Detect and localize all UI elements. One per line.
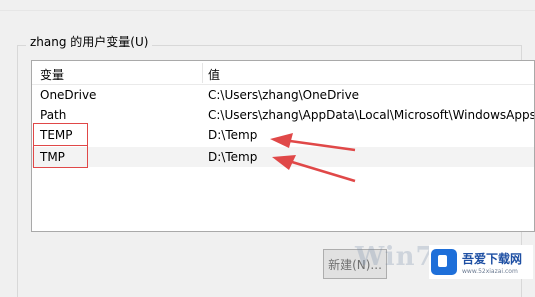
variable-value: C:\Users\zhang\OneDrive	[208, 88, 360, 102]
user-variables-list[interactable]: 变量 值 OneDrive C:\Users\zhang\OneDrive Pa…	[31, 60, 535, 232]
list-row-temp[interactable]: TEMP D:\Temp	[32, 125, 534, 145]
column-header-variable[interactable]: 变量	[40, 66, 64, 83]
list-row-onedrive[interactable]: OneDrive C:\Users\zhang\OneDrive	[32, 85, 534, 105]
window-top-edge	[0, 0, 535, 11]
variable-value: D:\Temp	[208, 150, 258, 164]
list-row-tmp[interactable]: TMP D:\Temp	[32, 147, 534, 167]
site-logo: 吾爱下载网 www.52xiazai.com	[429, 245, 533, 279]
column-divider[interactable]	[202, 63, 203, 83]
annotation-box-temp	[33, 123, 88, 146]
list-header: 变量 值	[32, 61, 534, 85]
variable-name: Path	[40, 108, 67, 122]
download-logo-icon	[431, 249, 457, 275]
variable-value: D:\Temp	[208, 128, 258, 142]
watermark: Win7	[355, 242, 435, 272]
brand-url: www.52xiazai.com	[462, 267, 518, 275]
brand-name: 吾爱下载网	[462, 251, 523, 266]
list-row-path[interactable]: Path C:\Users\zhang\AppData\Local\Micros…	[32, 105, 534, 125]
variable-value: C:\Users\zhang\AppData\Local\Microsoft\W…	[208, 108, 535, 122]
annotation-box-tmp	[33, 145, 88, 168]
group-title: zhang 的用户变量(U)	[26, 33, 153, 50]
variable-name: OneDrive	[40, 88, 97, 102]
column-header-value[interactable]: 值	[208, 66, 220, 83]
